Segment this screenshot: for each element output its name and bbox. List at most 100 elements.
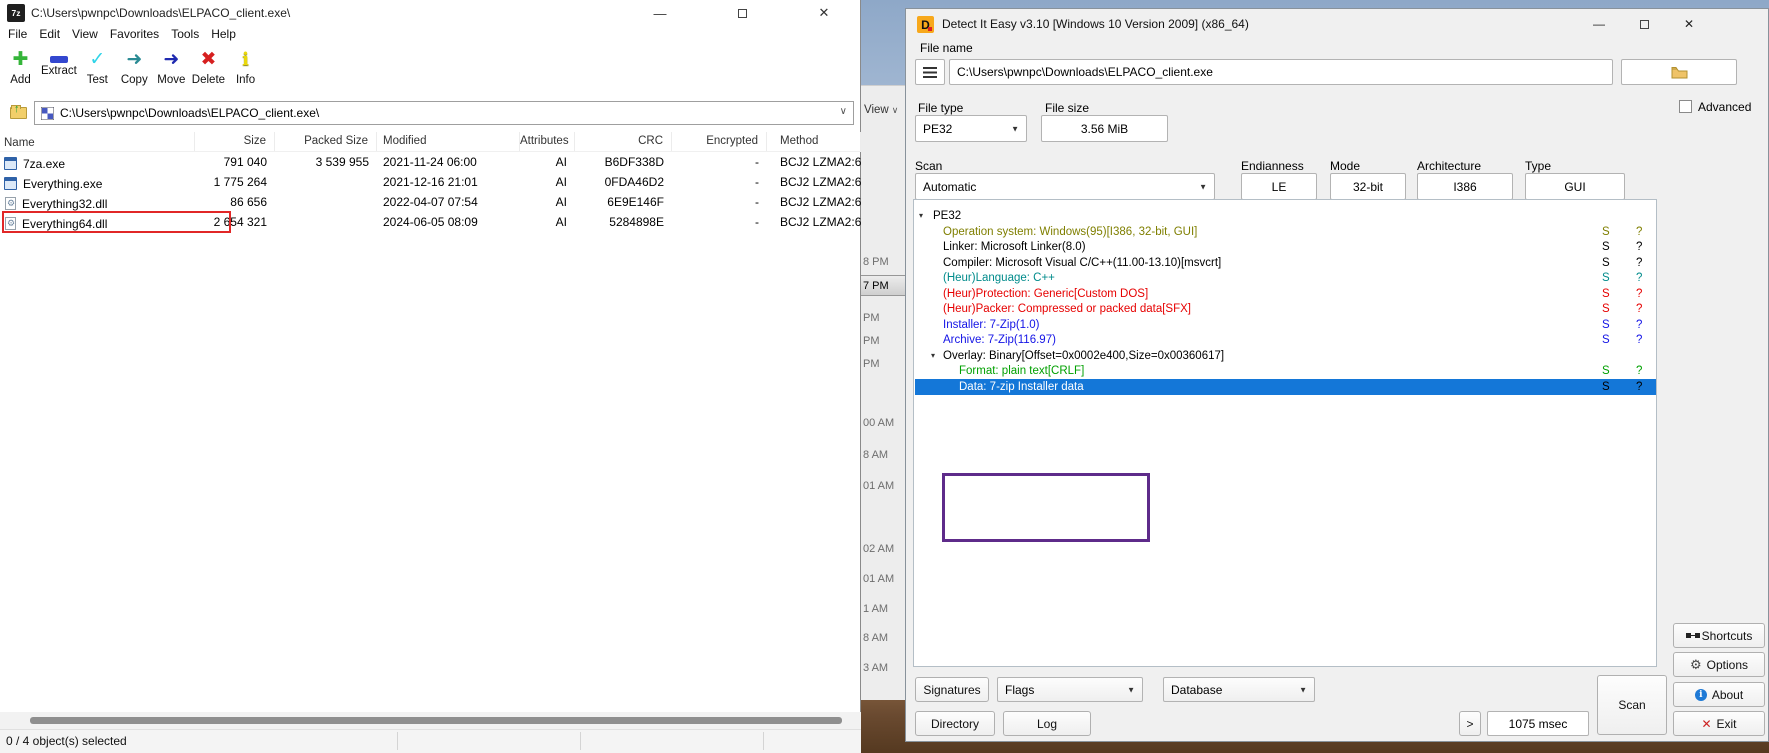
menu-item-edit[interactable]: Edit <box>33 27 66 44</box>
signatures-button[interactable]: Signatures <box>915 677 989 702</box>
options-button[interactable]: ⚙Options <box>1673 652 1765 677</box>
table-cell: 2 654 321 <box>195 212 275 232</box>
tree-row-text: Format: plain text[CRLF] <box>959 363 1084 379</box>
tree-row[interactable]: (Heur)Protection: Generic[Custom DOS]S? <box>915 286 1656 302</box>
tree-row-text: Archive: 7-Zip(116.97) <box>943 332 1056 348</box>
open-file-button[interactable] <box>1621 59 1737 85</box>
file-path-value: C:\Users\pwnpc\Downloads\ELPACO_client.e… <box>957 65 1213 79</box>
status-letter: S <box>1602 317 1610 333</box>
expand-button[interactable]: > <box>1459 711 1481 736</box>
tree-row[interactable]: Operation system: Windows(95)[I386, 32-b… <box>915 224 1656 240</box>
up-one-level-button[interactable]: ↑ <box>5 101 31 125</box>
tree-row[interactable]: Linker: Microsoft Linker(8.0)S? <box>915 239 1656 255</box>
time-item: 8 AM <box>863 632 888 644</box>
directory-button[interactable]: Directory <box>915 711 995 736</box>
address-bar[interactable]: C:\Users\pwnpc\Downloads\ELPACO_client.e… <box>34 101 854 125</box>
time-item: 3 AM <box>863 662 888 674</box>
shortcuts-button[interactable]: Shortcuts <box>1673 623 1765 648</box>
detection-tree: ▾PE32Operation system: Windows(95)[I386,… <box>913 199 1657 667</box>
scan-mode-combo[interactable]: Automatic▼ <box>915 173 1215 200</box>
column-header-modified[interactable]: Modified <box>377 132 520 151</box>
minimize-button[interactable]: — <box>1582 9 1616 39</box>
tree-row[interactable]: Installer: 7-Zip(1.0)S? <box>915 317 1656 333</box>
file-path-input[interactable]: C:\Users\pwnpc\Downloads\ELPACO_client.e… <box>949 59 1613 85</box>
database-combo[interactable]: Database▼ <box>1163 677 1315 702</box>
exit-button[interactable]: ✕Exit <box>1673 711 1765 736</box>
column-header-crc[interactable]: CRC <box>575 132 672 151</box>
tree-row[interactable]: ▾PE32 <box>915 208 1656 224</box>
maximize-button[interactable] <box>1627 9 1661 39</box>
status-letter: S <box>1602 270 1610 286</box>
maximize-button[interactable] <box>724 0 760 26</box>
scan-button[interactable]: Scan <box>1597 675 1667 735</box>
table-cell: AI <box>520 172 575 192</box>
table-cell: - <box>672 152 767 172</box>
menu-item-favorites[interactable]: Favorites <box>104 27 165 44</box>
background-view-label: View ∨ <box>864 104 898 116</box>
flags-combo[interactable]: Flags▼ <box>997 677 1143 702</box>
column-header-encrypted[interactable]: Encrypted <box>672 132 767 151</box>
expand-arrow-icon[interactable]: ▾ <box>931 348 935 364</box>
status-letter: S <box>1602 332 1610 348</box>
tree-row-text: Overlay: Binary[Offset=0x0002e400,Size=0… <box>943 348 1224 364</box>
menu-item-file[interactable]: File <box>2 27 33 44</box>
address-dropdown-icon[interactable]: ∨ <box>840 106 847 117</box>
table-row[interactable]: Everything.exe1 775 2642021-12-16 21:01A… <box>0 172 861 192</box>
recent-files-button[interactable] <box>915 59 945 85</box>
tree-row-text: (Heur)Packer: Compressed or packed data[… <box>943 301 1191 317</box>
about-button[interactable]: iAbout <box>1673 682 1765 707</box>
gear-icon: ⚙ <box>1690 658 1702 671</box>
tree-row[interactable]: Format: plain text[CRLF]S? <box>915 363 1656 379</box>
expand-arrow-icon[interactable]: ▾ <box>919 208 923 224</box>
close-button[interactable]: ✕ <box>806 0 842 26</box>
folder-icon <box>1671 66 1688 79</box>
time-item: 02 AM <box>863 543 894 555</box>
toolbar-test-button[interactable]: ✓Test <box>79 45 116 97</box>
column-header-name[interactable]: Name <box>0 132 195 151</box>
column-header-packed-size[interactable]: Packed Size <box>275 132 377 151</box>
status-separator <box>397 732 398 750</box>
table-cell <box>275 212 377 232</box>
toolbar-copy-button[interactable]: ➜Copy <box>116 45 153 97</box>
table-row[interactable]: Everything32.dll86 6562022-04-07 07:54AI… <box>0 192 861 212</box>
file-type-combo[interactable]: PE32▼ <box>915 115 1027 142</box>
tree-row[interactable]: Compiler: Microsoft Visual C/C++(11.00-1… <box>915 255 1656 271</box>
tree-row[interactable]: ▾ Overlay: Binary[Offset=0x0002e400,Size=… <box>915 348 1656 364</box>
table-cell: AI <box>520 152 575 172</box>
toolbar-info-button[interactable]: iInfo <box>227 45 264 97</box>
tree-row[interactable]: (Heur)Packer: Compressed or packed data[… <box>915 301 1656 317</box>
tree-row-text: (Heur)Protection: Generic[Custom DOS] <box>943 286 1148 302</box>
menu-item-help[interactable]: Help <box>205 27 242 44</box>
menu-item-tools[interactable]: Tools <box>165 27 205 44</box>
advanced-checkbox[interactable] <box>1679 100 1692 113</box>
column-header-attributes[interactable]: Attributes <box>520 132 575 151</box>
toolbar-extract-button[interactable]: Extract <box>39 45 79 97</box>
log-button[interactable]: Log <box>1003 711 1091 736</box>
toolbar-label: Add <box>10 74 30 86</box>
table-row[interactable]: 7za.exe791 0403 539 9552021-11-24 06:00A… <box>0 152 861 172</box>
scrollbar-thumb[interactable] <box>30 717 842 724</box>
status-letter: S <box>1602 255 1610 271</box>
tree-row[interactable]: (Heur)Language: C++S? <box>915 270 1656 286</box>
tree-row[interactable]: Data: 7-zip Installer dataS? <box>915 379 1656 395</box>
status-question: ? <box>1636 317 1642 333</box>
copy-icon: ➜ <box>126 47 142 72</box>
type-label: Type <box>1525 159 1551 173</box>
column-header-method[interactable]: Method <box>767 132 861 151</box>
close-button[interactable]: ✕ <box>1672 9 1706 39</box>
horizontal-scrollbar[interactable] <box>0 712 861 729</box>
column-header-size[interactable]: Size <box>195 132 275 151</box>
minimize-button[interactable]: — <box>642 0 678 26</box>
toolbar-move-button[interactable]: ➜Move <box>153 45 190 97</box>
toolbar-delete-button[interactable]: ✖Delete <box>190 45 227 97</box>
file-table-header: NameSizePacked SizeModifiedAttributesCRC… <box>0 132 861 152</box>
table-row[interactable]: Everything64.dll2 654 3212024-06-05 08:0… <box>0 212 861 232</box>
tree-row[interactable]: Archive: 7-Zip(116.97)S? <box>915 332 1656 348</box>
file-size-value: 3.56 MiB <box>1041 115 1168 142</box>
dropdown-icon: ▼ <box>1199 182 1207 191</box>
menu-item-view[interactable]: View <box>66 27 104 44</box>
toolbar-add-button[interactable]: ✚Add <box>2 45 39 97</box>
file-name: Everything64.dll <box>22 217 107 231</box>
dropdown-icon: ▼ <box>1011 124 1019 133</box>
purple-annotation-box <box>942 473 1150 542</box>
